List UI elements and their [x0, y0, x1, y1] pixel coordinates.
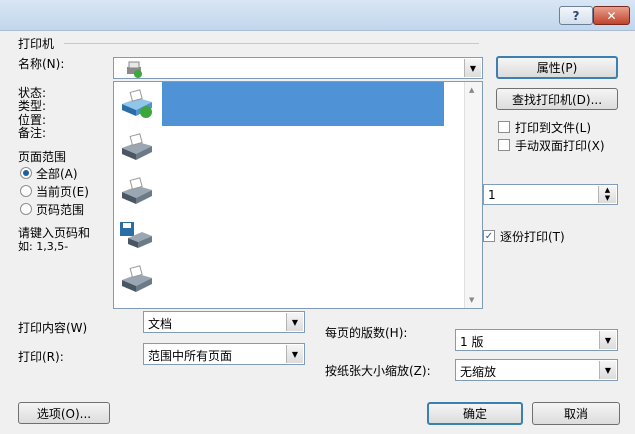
cancel-button[interactable]: 取消 — [532, 402, 620, 425]
print-combo[interactable]: 范围中所有页面 ▼ — [143, 343, 305, 365]
pages-per-sheet-label: 每页的版数(H): — [325, 326, 408, 340]
page-range-hint-2: 如: 1,3,5- — [18, 240, 69, 253]
printer-name-combo[interactable]: ▼ — [113, 57, 483, 79]
scale-label: 按纸张大小缩放(Z): — [325, 364, 431, 378]
printer-comment-label: 备注: — [18, 126, 47, 140]
scale-value: 无缩放 — [460, 365, 497, 379]
fax-printer-icon — [120, 222, 152, 248]
collate-checkbox[interactable]: ✓ — [483, 230, 495, 242]
chevron-down-icon: ▼ — [599, 331, 616, 349]
page-range-all-radio[interactable] — [20, 167, 32, 179]
title-bar — [0, 0, 635, 31]
page-range-pages-radio[interactable] — [20, 203, 32, 215]
chevron-down-icon: ▼ — [286, 313, 303, 331]
pages-per-sheet-value: 1 版 — [460, 335, 484, 349]
help-button[interactable]: ? — [559, 6, 593, 25]
page-range-current-radio[interactable] — [20, 185, 32, 197]
options-button[interactable]: 选项(O)... — [18, 402, 110, 424]
printer-group-label: 打印机 — [18, 37, 55, 51]
page-range-current-label: 当前页(E) — [36, 185, 89, 199]
find-printer-button[interactable]: 查找打印机(D)... — [496, 88, 618, 110]
copies-value: 1 — [488, 188, 496, 202]
print-to-file-checkbox[interactable] — [498, 121, 510, 133]
page-range-group-label: 页面范围 — [18, 150, 67, 164]
print-label: 打印(R): — [18, 350, 64, 364]
properties-button[interactable]: 属性(P) — [496, 56, 618, 79]
chevron-down-icon: ▼ — [464, 59, 481, 77]
close-button[interactable]: ✕ — [593, 6, 630, 25]
list-item[interactable] — [114, 258, 464, 302]
manual-duplex-checkbox[interactable] — [498, 139, 510, 151]
list-item[interactable] — [114, 82, 464, 126]
pages-per-sheet-combo[interactable]: 1 版 ▼ — [455, 329, 618, 351]
print-value: 范围中所有页面 — [148, 349, 233, 363]
page-range-all-label: 全部(A) — [36, 167, 78, 181]
scale-combo[interactable]: 无缩放 ▼ — [455, 359, 618, 381]
spinner-arrows-icon[interactable]: ▲ ▼ — [598, 186, 616, 203]
manual-duplex-label: 手动双面打印(X) — [515, 139, 605, 153]
list-item[interactable] — [114, 170, 464, 214]
printer-icon — [127, 61, 142, 78]
copies-spinner[interactable]: 1 ▲ ▼ — [483, 184, 618, 205]
print-what-combo[interactable]: 文档 ▼ — [143, 311, 305, 333]
print-to-file-label: 打印到文件(L) — [515, 121, 592, 135]
printer-dropdown-list[interactable]: ▲ ▼ — [113, 81, 483, 309]
network-printer-icon — [122, 89, 152, 118]
chevron-down-icon: ▼ — [286, 345, 303, 363]
selection-highlight — [162, 82, 444, 126]
print-what-value: 文档 — [148, 317, 173, 331]
chevron-down-icon: ▼ — [599, 361, 616, 379]
print-what-label: 打印内容(W) — [18, 321, 88, 335]
list-item[interactable] — [114, 214, 464, 258]
printer-icon — [122, 133, 152, 160]
scroll-up-icon[interactable]: ▲ — [469, 86, 474, 94]
list-scrollbar[interactable]: ▲ ▼ — [464, 82, 482, 308]
printer-name-label: 名称(N): — [18, 57, 65, 71]
printer-icon — [122, 177, 152, 204]
printer-icon — [122, 265, 152, 292]
printer-group-line — [64, 43, 479, 44]
scroll-down-icon[interactable]: ▼ — [469, 296, 474, 304]
list-item[interactable] — [114, 126, 464, 170]
ok-button[interactable]: 确定 — [427, 402, 523, 425]
page-range-pages-label: 页码范围 — [36, 203, 85, 217]
collate-label: 逐份打印(T) — [500, 230, 565, 244]
